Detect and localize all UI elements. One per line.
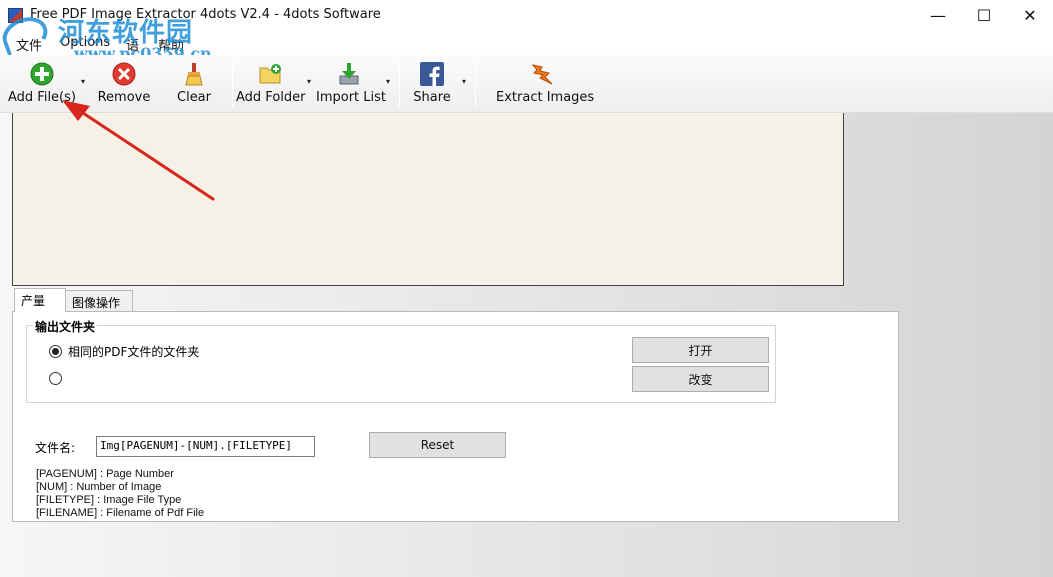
toolbar: Add File(s) ▾ Remove Clear Add Folder ▾ … xyxy=(0,55,1053,113)
help-line: [FILENAME] : Filename of Pdf File xyxy=(36,507,205,519)
tab-output[interactable]: 产量 xyxy=(14,288,66,312)
add-files-dropdown[interactable]: ▾ xyxy=(81,77,85,86)
filename-tokens-help: [PAGENUM] : Page Number [NUM] : Number o… xyxy=(36,468,204,520)
output-folder-group: 输出文件夹 相同的PDF文件的文件夹 打开 改变 xyxy=(26,318,776,403)
filename-pattern-input[interactable]: Img[PAGENUM]-[NUM].[FILETYPE] xyxy=(96,436,315,457)
close-button[interactable]: ✕ xyxy=(1007,0,1053,31)
extract-images-button[interactable]: Extract Images xyxy=(496,61,595,109)
extract-images-label: Extract Images xyxy=(496,90,595,105)
facebook-icon xyxy=(419,61,445,87)
reset-button[interactable]: Reset xyxy=(369,432,506,458)
toolbar-separator xyxy=(399,61,400,107)
add-folder-dropdown[interactable]: ▾ xyxy=(307,77,311,86)
toolbar-separator xyxy=(232,61,233,107)
app-icon xyxy=(8,8,23,23)
clear-button[interactable]: Clear xyxy=(174,61,214,109)
import-list-dropdown[interactable]: ▾ xyxy=(386,77,390,86)
extract-icon xyxy=(529,61,555,87)
add-files-label: Add File(s) xyxy=(8,90,76,105)
filename-label: 文件名: xyxy=(35,441,76,455)
output-folder-title: 输出文件夹 xyxy=(33,318,98,335)
tab-image-operations[interactable]: 图像操作 xyxy=(65,290,133,312)
radio-same-folder[interactable]: 相同的PDF文件的文件夹 xyxy=(49,343,199,360)
folder-add-icon xyxy=(257,61,283,87)
remove-icon xyxy=(111,61,137,87)
help-line: [FILETYPE] : Image File Type xyxy=(36,494,182,506)
share-button[interactable]: Share xyxy=(410,61,454,109)
broom-icon xyxy=(181,61,207,87)
share-label: Share xyxy=(413,90,451,105)
import-list-label: Import List xyxy=(316,90,387,105)
settings-tabs: 产量 图像操作 输出文件夹 相同的PDF文件的文件夹 打开 改变 文件名: Im… xyxy=(12,288,899,522)
radio-same-folder-label: 相同的PDF文件的文件夹 xyxy=(68,345,200,359)
menu-language[interactable]: 语 xyxy=(126,35,139,54)
title-bar: Free PDF Image Extractor 4dots V2.4 - 4d… xyxy=(0,0,1053,31)
toolbar-separator xyxy=(475,61,476,107)
menu-help[interactable]: 帮助 xyxy=(158,35,184,54)
menu-file[interactable]: 文件 xyxy=(16,35,42,54)
share-dropdown[interactable]: ▾ xyxy=(462,77,466,86)
change-folder-button[interactable]: 改变 xyxy=(632,366,769,392)
import-list-button[interactable]: Import List xyxy=(316,61,387,109)
help-line: [PAGENUM] : Page Number xyxy=(36,468,174,480)
file-list-panel[interactable] xyxy=(12,113,844,286)
window-title: Free PDF Image Extractor 4dots V2.4 - 4d… xyxy=(30,7,381,22)
radio-custom-folder[interactable] xyxy=(49,372,68,385)
menu-options[interactable]: Options xyxy=(60,35,110,50)
maximize-button[interactable]: ☐ xyxy=(961,0,1007,31)
open-folder-button[interactable]: 打开 xyxy=(632,337,769,363)
add-files-button[interactable]: Add File(s) xyxy=(8,61,76,109)
remove-label: Remove xyxy=(97,90,151,105)
add-icon xyxy=(29,61,55,87)
menu-bar: 文件 Options 语 帮助 xyxy=(0,31,1053,55)
radio-same-folder-control[interactable] xyxy=(49,345,62,358)
help-line: [NUM] : Number of Image xyxy=(36,481,162,493)
import-icon xyxy=(336,61,362,87)
remove-button[interactable]: Remove xyxy=(96,61,152,109)
minimize-button[interactable]: — xyxy=(915,0,961,31)
add-folder-label: Add Folder xyxy=(236,90,306,105)
tab-page-output: 输出文件夹 相同的PDF文件的文件夹 打开 改变 文件名: Img[PAGENU… xyxy=(12,311,899,522)
clear-label: Clear xyxy=(177,90,211,105)
radio-custom-folder-control[interactable] xyxy=(49,372,62,385)
add-folder-button[interactable]: Add Folder xyxy=(236,61,306,109)
